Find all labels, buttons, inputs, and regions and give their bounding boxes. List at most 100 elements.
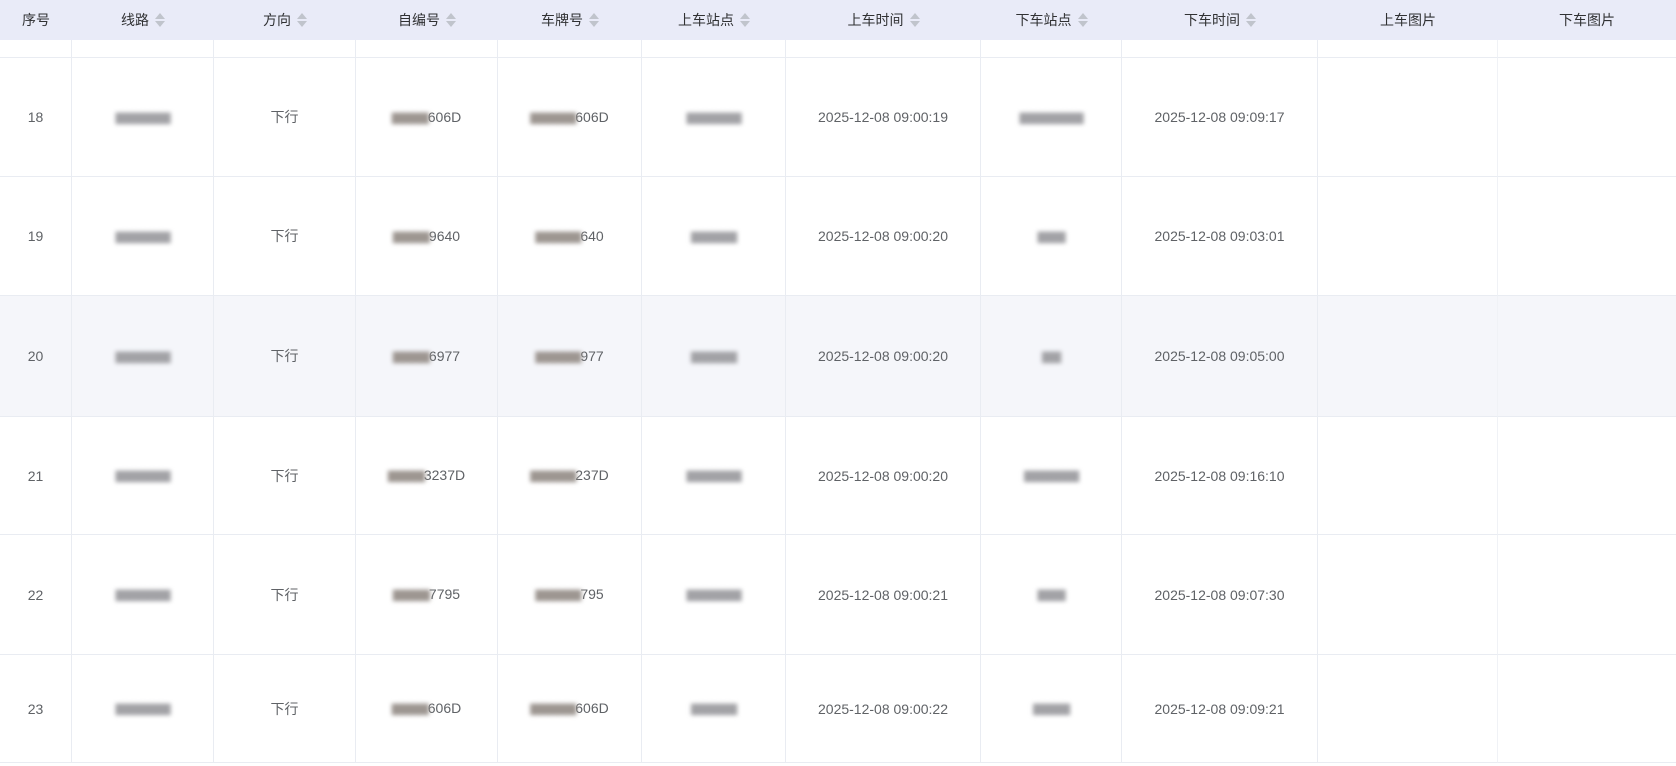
col-header-alight-station[interactable]: 下车站点 xyxy=(981,0,1122,40)
cell-board-station: ▆▆▆▆▆▆ xyxy=(642,417,786,535)
cell-direction: 下行 xyxy=(214,655,356,763)
cell-board-station: ▆▆▆▆▆ xyxy=(642,296,786,417)
sort-caret-icon[interactable] xyxy=(297,13,307,27)
cell-alight-station: ▆▆▆▆▆▆▆ xyxy=(981,58,1122,177)
table-row-23: 23 ▆▆▆▆▆▆ 下行 ▆▆▆▆606D ▆▆▆▆▆606D ▆▆▆▆▆ 20… xyxy=(0,655,1676,763)
table-row-20: 20 ▆▆▆▆▆▆ 下行 ▆▆▆▆6977 ▆▆▆▆▆977 ▆▆▆▆▆ 202… xyxy=(0,296,1676,417)
cell-line: ▆▆▆▆▆▆ xyxy=(72,535,214,655)
redacted-text: ▆▆▆▆▆ xyxy=(535,586,581,601)
cell-self-number: ▆▆▆▆606D xyxy=(356,58,498,177)
col-header-self-number[interactable]: 自编号 xyxy=(356,0,498,40)
cell-direction: 下行 xyxy=(214,296,356,417)
cell-board-time: 2025-12-08 09:00:21 xyxy=(786,535,981,655)
sort-caret-icon[interactable] xyxy=(1077,13,1088,27)
redacted-text: ▆▆▆▆▆▆ xyxy=(115,586,171,601)
table-row-19: 19 ▆▆▆▆▆▆ 下行 ▆▆▆▆9640 ▆▆▆▆▆640 ▆▆▆▆▆ 202… xyxy=(0,177,1676,296)
table-row-21: 21 ▆▆▆▆▆▆ 下行 ▆▆▆▆3237D ▆▆▆▆▆237D ▆▆▆▆▆▆ … xyxy=(0,417,1676,535)
sort-caret-icon[interactable] xyxy=(155,13,165,27)
table-row-partial-17 xyxy=(0,40,1676,58)
redacted-text: ▆▆▆▆▆ xyxy=(530,700,576,715)
redacted-text: ▆▆▆▆▆ xyxy=(535,227,581,243)
redacted-text: ▆▆▆▆▆▆ xyxy=(686,467,742,482)
redacted-text: ▆▆▆▆ xyxy=(392,347,430,363)
redacted-text: ▆▆▆▆▆▆ xyxy=(115,347,171,363)
cell-line: ▆▆▆▆▆▆ xyxy=(72,655,214,763)
cell-alight-time: 2025-12-08 09:09:17 xyxy=(1122,58,1318,177)
col-header-serial: 序号 xyxy=(0,0,72,40)
cell-alight-station: ▆▆▆▆▆▆ xyxy=(981,417,1122,535)
cell-self-number: ▆▆▆▆3237D xyxy=(356,417,498,535)
cell-serial: 18 xyxy=(0,58,72,177)
redacted-text: ▆▆▆▆ xyxy=(391,108,429,124)
cell-plate-number: ▆▆▆▆▆640 xyxy=(498,177,642,296)
cell-alight-time: 2025-12-08 09:09:21 xyxy=(1122,655,1318,763)
redacted-text: ▆▆▆▆▆ xyxy=(535,347,581,363)
cell-board-station: ▆▆▆▆▆ xyxy=(642,655,786,763)
cell-alight-station: ▆▆▆▆ xyxy=(981,655,1122,763)
redacted-text: ▆▆▆▆▆▆ xyxy=(1024,467,1079,482)
cell-board-time: 2025-12-08 09:00:19 xyxy=(786,58,981,177)
cell-direction: 下行 xyxy=(214,417,356,535)
redacted-text: ▆▆▆▆▆ xyxy=(530,467,576,482)
table-row-22: 22 ▆▆▆▆▆▆ 下行 ▆▆▆▆7795 ▆▆▆▆▆795 ▆▆▆▆▆▆ 20… xyxy=(0,535,1676,655)
cell-serial: 22 xyxy=(0,535,72,655)
redacted-text: ▆▆ xyxy=(1042,347,1061,363)
redacted-text: ▆▆▆ xyxy=(1037,227,1066,243)
sort-caret-icon[interactable] xyxy=(446,13,456,27)
sort-caret-icon[interactable] xyxy=(1246,13,1256,27)
cell-self-number: ▆▆▆▆606D xyxy=(356,655,498,763)
cell-alight-time: 2025-12-08 09:07:30 xyxy=(1122,535,1318,655)
redacted-text: ▆▆▆▆▆▆ xyxy=(115,227,171,243)
redacted-text: ▆▆▆▆▆ xyxy=(691,347,737,363)
cell-direction: 下行 xyxy=(214,58,356,177)
col-header-direction[interactable]: 方向 xyxy=(214,0,356,40)
redacted-text: ▆▆▆ xyxy=(1037,586,1066,601)
cell-board-station: ▆▆▆▆▆▆ xyxy=(642,535,786,655)
cell-self-number: ▆▆▆▆9640 xyxy=(356,177,498,296)
redacted-text: ▆▆▆▆▆▆ xyxy=(115,108,171,124)
redacted-text: ▆▆▆▆▆▆▆ xyxy=(1019,108,1084,124)
cell-alight-station: ▆▆▆ xyxy=(981,535,1122,655)
redacted-text: ▆▆▆▆▆▆ xyxy=(686,108,742,124)
col-header-board-station[interactable]: 上车站点 xyxy=(642,0,786,40)
col-header-line[interactable]: 线路 xyxy=(72,0,214,40)
cell-line: ▆▆▆▆▆▆ xyxy=(72,58,214,177)
sort-caret-icon[interactable] xyxy=(740,13,750,27)
cell-plate-number: ▆▆▆▆▆606D xyxy=(498,58,642,177)
cell-line: ▆▆▆▆▆▆ xyxy=(72,417,214,535)
redacted-text: ▆▆▆▆ xyxy=(392,586,430,601)
trips-table: 序号 线路 方向 自编号 车牌号 上车站点 上车时间 下车站点 下车时间 上车图… xyxy=(0,0,1676,763)
header-row: 序号 线路 方向 自编号 车牌号 上车站点 上车时间 下车站点 下车时间 上车图… xyxy=(0,0,1676,40)
cell-serial: 20 xyxy=(0,296,72,417)
redacted-text: ▆▆▆▆ xyxy=(1033,700,1070,715)
col-header-board-time[interactable]: 上车时间 xyxy=(786,0,981,40)
cell-alight-station: ▆▆▆ xyxy=(981,177,1122,296)
redacted-text: ▆▆▆▆ xyxy=(392,227,430,243)
redacted-text: ▆▆▆▆ xyxy=(391,700,429,715)
redacted-text: ▆▆▆▆▆ xyxy=(691,700,737,715)
cell-board-time: 2025-12-08 09:00:22 xyxy=(786,655,981,763)
sort-caret-icon[interactable] xyxy=(589,13,599,27)
cell-serial: 19 xyxy=(0,177,72,296)
col-header-plate-number[interactable]: 车牌号 xyxy=(498,0,642,40)
redacted-text: ▆▆▆▆▆▆ xyxy=(115,467,171,482)
col-header-alight-photo: 下车图片 xyxy=(1498,0,1676,40)
cell-line: ▆▆▆▆▆▆ xyxy=(72,177,214,296)
cell-serial: 21 xyxy=(0,417,72,535)
cell-self-number: ▆▆▆▆6977 xyxy=(356,296,498,417)
redacted-text: ▆▆▆▆▆ xyxy=(691,227,737,243)
col-header-alight-time[interactable]: 下车时间 xyxy=(1122,0,1318,40)
cell-board-station: ▆▆▆▆▆▆ xyxy=(642,58,786,177)
cell-direction: 下行 xyxy=(214,535,356,655)
cell-board-station: ▆▆▆▆▆ xyxy=(642,177,786,296)
cell-direction: 下行 xyxy=(214,177,356,296)
cell-board-time: 2025-12-08 09:00:20 xyxy=(786,177,981,296)
sort-caret-icon[interactable] xyxy=(909,13,920,27)
cell-plate-number: ▆▆▆▆▆795 xyxy=(498,535,642,655)
cell-alight-station: ▆▆ xyxy=(981,296,1122,417)
col-header-board-photo: 上车图片 xyxy=(1318,0,1498,40)
cell-self-number: ▆▆▆▆7795 xyxy=(356,535,498,655)
cell-plate-number: ▆▆▆▆▆977 xyxy=(498,296,642,417)
cell-plate-number: ▆▆▆▆▆606D xyxy=(498,655,642,763)
cell-alight-time: 2025-12-08 09:16:10 xyxy=(1122,417,1318,535)
